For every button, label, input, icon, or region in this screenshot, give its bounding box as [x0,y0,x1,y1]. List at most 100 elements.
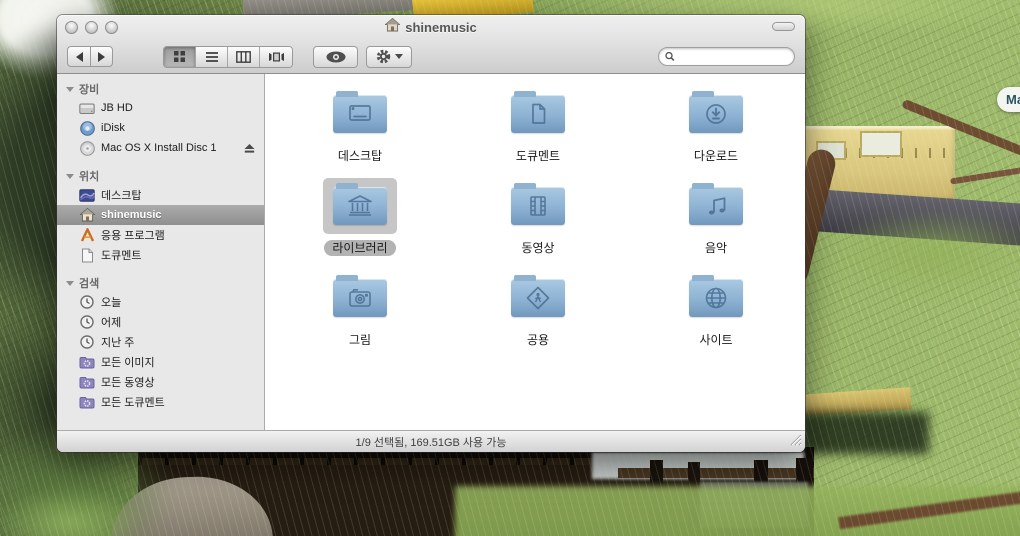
sidebar-item-install-disc[interactable]: Mac OS X Install Disc 1 [57,138,264,158]
sidebar-item-all-movies[interactable]: 모든 동영상 [57,372,264,392]
folder-label: 동영상 [513,240,562,256]
sidebar-item-home-shinemusic[interactable]: shinemusic [57,205,264,225]
folder-item-public[interactable]: 공용 [463,270,613,362]
sidebar-item-label: 오늘 [101,294,121,310]
sidebar-item-all-images[interactable]: 모든 이미지 [57,352,264,372]
pictures-folder-icon [333,279,387,317]
window-chrome[interactable]: shinemusic [57,15,805,74]
sidebar-item-label: Mac OS X Install Disc 1 [101,142,217,154]
smart-folder-icon [79,354,95,370]
folder-item-downloads[interactable]: 다운로드 [641,86,791,178]
home-icon [385,18,400,37]
search-icon [665,51,675,62]
hard-drive-icon [79,100,95,116]
eject-button[interactable] [243,142,256,154]
sidebar-item-label: 도큐멘트 [101,247,141,263]
sidebar-section-places[interactable]: 위치 [57,167,264,185]
sidebar-item-today[interactable]: 오늘 [57,292,264,312]
folder-label: 음악 [697,240,735,256]
chevron-down-icon [395,54,403,63]
edge-widget-tab[interactable]: Ma [997,87,1020,112]
disclosure-triangle-icon[interactable] [66,87,74,96]
sidebar-section-label: 검색 [79,275,99,291]
folder-label: 라이브러리 [324,240,395,256]
downloads-folder-icon [689,95,743,133]
finder-window: shinemusic [57,15,805,452]
sidebar-item-label: 응용 프로그램 [101,227,165,243]
document-icon [79,247,95,263]
toolbar-toggle-pill-button[interactable] [772,22,795,31]
idisk-icon [79,120,95,136]
sidebar-section-label: 장비 [79,81,99,97]
coverflow-view-button[interactable] [260,47,292,67]
icon-view-icon [173,50,186,63]
disclosure-triangle-icon[interactable] [66,281,74,290]
sidebar-section-label: 위치 [79,168,99,184]
sidebar-section-search-for[interactable]: 검색 [57,274,264,292]
smart-folder-icon [79,394,95,410]
window-title: shinemusic [405,20,477,35]
status-bar: 1/9 선택됨, 169.51GB 사용 가능 [57,430,805,452]
documents-folder-icon [511,95,565,133]
column-view-icon [236,51,251,63]
sidebar-item-jb-hd[interactable]: JB HD [57,98,264,118]
sidebar-item-past-week[interactable]: 지난 주 [57,332,264,352]
library-folder-icon [333,187,387,225]
action-gear-icon [375,48,392,65]
sidebar-item-desktop[interactable]: 데스크탑 [57,185,264,205]
desktop-folder-icon [333,95,387,133]
folder-item-library[interactable]: 라이브러리 [285,178,435,270]
list-view-icon [205,51,219,63]
forward-button[interactable] [90,46,113,67]
sidebar-item-documents[interactable]: 도큐멘트 [57,245,264,265]
search-field[interactable] [658,47,795,66]
action-menu-button[interactable] [366,46,412,68]
folder-label: 다운로드 [686,148,746,164]
column-view-button[interactable] [228,47,260,67]
resize-grip[interactable] [789,433,802,449]
folder-item-movies[interactable]: 동영상 [463,178,613,270]
clock-icon [79,294,95,310]
quicklook-eye-icon [325,50,347,64]
icon-view-button[interactable] [164,47,196,67]
sidebar-item-yesterday[interactable]: 어제 [57,312,264,332]
sidebar-item-label: shinemusic [101,209,162,221]
clock-icon [79,334,95,350]
folder-label: 사이트 [691,332,740,348]
disc-icon [79,140,95,156]
desktop-picture-icon [79,187,95,203]
music-folder-icon [689,187,743,225]
search-input[interactable] [679,51,788,63]
folder-item-documents[interactable]: 도큐멘트 [463,86,613,178]
quicklook-button[interactable] [313,46,358,68]
sidebar-item-label: 모든 이미지 [101,354,155,370]
sidebar-item-label: iDisk [101,122,125,134]
sidebar-item-label: JB HD [101,102,133,114]
back-button[interactable] [67,46,90,67]
coverflow-view-icon [268,51,285,63]
folder-item-sites[interactable]: 사이트 [641,270,791,362]
folder-label: 도큐멘트 [508,148,568,164]
folder-item-pictures[interactable]: 그림 [285,270,435,362]
disclosure-triangle-icon[interactable] [66,174,74,183]
clock-icon [79,314,95,330]
forward-icon [98,52,105,62]
sidebar-item-idisk[interactable]: iDisk [57,118,264,138]
home-icon [79,207,95,223]
folder-label: 데스크탑 [330,148,390,164]
icon-view-area[interactable]: 데스크탑 도큐멘트 다운로드 [265,74,805,430]
sidebar-item-all-documents[interactable]: 모든 도큐멘트 [57,392,264,412]
zoom-button[interactable] [105,21,118,34]
desktop: Ma shinemusic [0,0,1020,536]
close-button[interactable] [65,21,78,34]
sidebar-item-label: 데스크탑 [101,187,141,203]
sidebar-item-applications[interactable]: 응용 프로그램 [57,225,264,245]
eject-icon [243,142,256,154]
sidebar-section-devices[interactable]: 장비 [57,80,264,98]
list-view-button[interactable] [196,47,228,67]
title-bar[interactable]: shinemusic [57,15,805,40]
folder-item-desktop[interactable]: 데스크탑 [285,86,435,178]
back-icon [76,52,83,62]
folder-item-music[interactable]: 음악 [641,178,791,270]
minimize-button[interactable] [85,21,98,34]
